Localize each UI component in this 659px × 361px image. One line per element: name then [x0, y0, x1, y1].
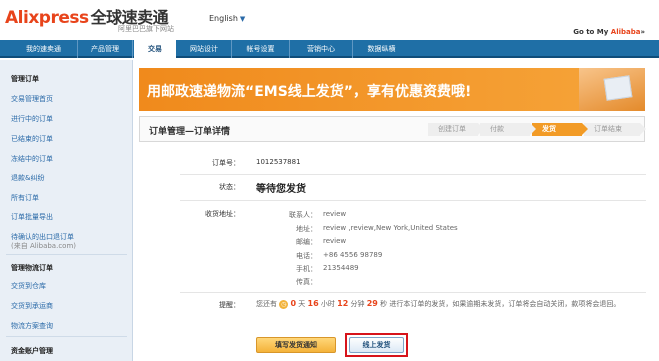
sidebar-item-trade-home[interactable]: 交易管理首页 [11, 94, 53, 104]
sidebar-item-refund-dispute[interactable]: 退款&纠纷 [11, 173, 44, 183]
address-street-label: 地址： [296, 225, 317, 233]
sidebar: 管理订单 交易管理首页 进行中的订单 已结束的订单 冻结中的订单 退款&纠纷 所… [0, 60, 133, 361]
banner-text: 用邮政速递物流“EMS线上发货”，享有优惠资费哦! [147, 84, 472, 100]
address-phone-value: +86 4556 98789 [323, 251, 383, 259]
logo-xpress: xpress [28, 8, 89, 28]
address-contact-value: review [323, 210, 347, 218]
address-zip-value: review [323, 237, 347, 245]
tab-site-design[interactable]: 网站设计 [177, 40, 232, 58]
package-icon [603, 75, 633, 101]
page-title: 订单管理—订单详情 [149, 127, 231, 137]
main-navbar: 我的速卖通 产品管理 交易 网站设计 帐号设置 营销中心 数据纵横 [0, 40, 659, 59]
sidebar-section-orders: 管理订单 [11, 75, 39, 83]
goto-text: Go to My [573, 28, 611, 36]
sidebar-item-in-progress[interactable]: 进行中的订单 [11, 114, 53, 124]
countdown-minutes: 12 [337, 299, 349, 308]
sidebar-divider [6, 254, 127, 255]
address-zip-label: 邮编： [296, 238, 317, 246]
sidebar-item-carrier[interactable]: 交货到承运商 [11, 301, 53, 311]
order-no-label: 订单号： [212, 159, 240, 167]
sidebar-item-finished[interactable]: 已结束的订单 [11, 134, 53, 144]
step-payment: 付款 [480, 123, 536, 136]
status-value: 等待您发货 [256, 184, 306, 195]
address-phone-label: 电话： [296, 252, 317, 260]
sidebar-section-logistics: 管理物流订单 [11, 264, 53, 272]
countdown-seconds-unit: 秒 [380, 300, 388, 308]
reminder-post: 进行本订单的发货，如果逾期未发货，订单将会自动关闭，款项将会退回。 [389, 300, 621, 308]
address-mobile-value: 21354489 [323, 264, 359, 272]
ems-promo-banner[interactable]: 用邮政速递物流“EMS线上发货”，享有优惠资费哦! [139, 68, 645, 111]
countdown-minutes-unit: 分钟 [350, 300, 365, 308]
tab-products[interactable]: 产品管理 [78, 40, 133, 58]
countdown-days-unit: 天 [298, 300, 306, 308]
tab-account-settings[interactable]: 帐号设置 [232, 40, 290, 58]
language-label: English [209, 14, 238, 23]
reminder-pre: 您还有 [256, 300, 277, 308]
address-mobile-label: 手机： [296, 265, 317, 273]
fill-shipping-notice-button[interactable]: 填写发货通知 [256, 337, 336, 353]
divider [180, 174, 646, 175]
logo-subtitle: 阿里巴巴旗下网站 [118, 25, 174, 33]
reminder-label: 提醒： [219, 301, 240, 309]
countdown-hours-unit: 小时 [320, 300, 335, 308]
status-label: 状态： [219, 183, 240, 191]
step-order-end: 订单结束 [584, 123, 646, 136]
sidebar-item-note: (来自 Alibaba.com) [11, 242, 77, 250]
sidebar-item-warehouse[interactable]: 交货到仓库 [11, 281, 46, 291]
sidebar-item-all-orders[interactable]: 所有订单 [11, 193, 39, 203]
logo-ali: Ali [5, 8, 29, 28]
countdown-days: 0 [290, 299, 297, 308]
tab-marketing[interactable]: 营销中心 [290, 40, 353, 58]
tab-transactions[interactable]: 交易 [134, 40, 176, 59]
language-selector[interactable]: English ▼ [209, 14, 245, 23]
order-no-value: 1012537881 [256, 158, 301, 166]
address-label: 收货地址： [205, 210, 240, 218]
address-street-value: review ,review,New York,United States [323, 224, 458, 232]
sidebar-item-batch-export[interactable]: 订单批量导出 [11, 212, 53, 222]
address-fax-label: 传真： [296, 278, 317, 286]
order-detail-header: 订单管理—订单详情 创建订单 付款 发货 订单结束 [139, 116, 646, 142]
step-shipping: 发货 [532, 123, 588, 136]
sidebar-divider [6, 336, 127, 337]
tab-data[interactable]: 数据纵横 [353, 40, 410, 58]
reminder-text: 您还有 ◷ 0 天 16 小时 12 分钟 29 秒 进行本订单的发货，如果逾期… [256, 299, 646, 309]
sidebar-section-funds: 资金账户管理 [11, 347, 53, 355]
step-create-order: 创建订单 [428, 123, 484, 136]
divider [180, 292, 646, 293]
goto-my-alibaba-link[interactable]: Go to My Alibaba» [573, 28, 645, 36]
tab-my-aliexpress[interactable]: 我的速卖通 [10, 40, 78, 58]
sidebar-item-frozen[interactable]: 冻结中的订单 [11, 154, 53, 164]
address-contact-label: 联系人： [289, 211, 317, 219]
chevron-down-icon: ▼ [239, 15, 246, 23]
clock-icon: ◷ [279, 299, 289, 309]
goto-brand: Alibaba [610, 28, 641, 36]
divider [180, 200, 646, 201]
online-shipping-button[interactable]: 线上发货 [349, 337, 404, 353]
sidebar-item-logistics-query[interactable]: 物流方案查询 [11, 321, 53, 331]
countdown-hours: 16 [307, 299, 319, 308]
goto-arrow: » [640, 28, 645, 36]
countdown-seconds: 29 [366, 299, 378, 308]
